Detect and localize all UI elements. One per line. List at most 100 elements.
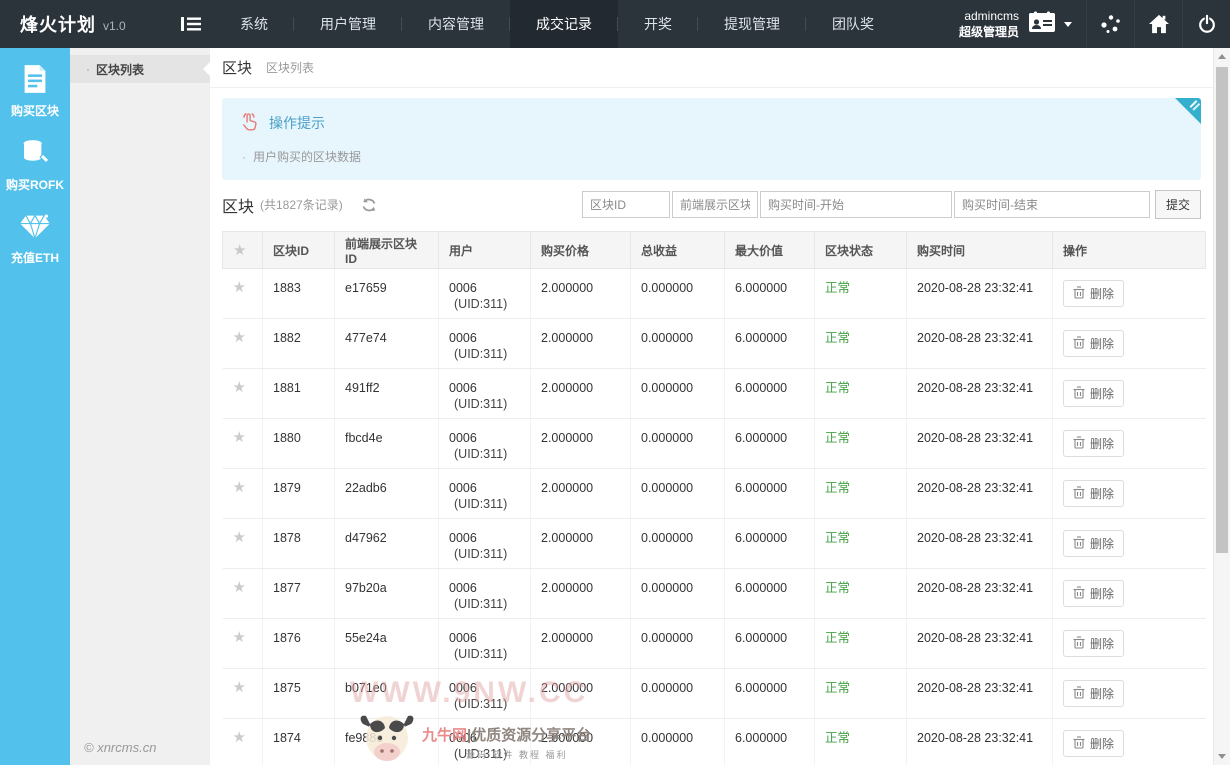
submenu-item-1[interactable]: ·区块列表: [70, 55, 210, 83]
status-cell: 正常: [815, 619, 907, 669]
user-cell: 0006(UID:311): [439, 269, 531, 319]
user-menu[interactable]: [1028, 11, 1086, 37]
scroll-up-arrow-icon[interactable]: [1214, 48, 1230, 65]
price-cell: 2.000000: [531, 669, 631, 719]
status-badge: 正常: [825, 331, 850, 345]
star-icon[interactable]: ★: [233, 579, 246, 596]
column-header-4: 购买价格: [531, 232, 631, 269]
star-icon[interactable]: ★: [233, 679, 246, 696]
max-value-cell: 6.000000: [725, 369, 815, 419]
user-cell: 0006(UID:311): [439, 569, 531, 619]
trash-icon: [1073, 686, 1085, 702]
status-cell: 正常: [815, 519, 907, 569]
income-cell: 0.000000: [631, 269, 725, 319]
user-uid: (UID:311): [449, 396, 520, 412]
star-icon[interactable]: ★: [233, 479, 246, 496]
filter-input-3[interactable]: [760, 191, 952, 218]
hamburger-icon[interactable]: [168, 0, 214, 48]
delete-button[interactable]: 删除: [1063, 330, 1124, 357]
trash-icon: [1073, 536, 1085, 552]
topnav-item-5[interactable]: 开奖: [618, 0, 698, 48]
star-cell: ★: [223, 419, 263, 469]
delete-button[interactable]: 删除: [1063, 730, 1124, 757]
price-cell: 2.000000: [531, 619, 631, 669]
star-icon[interactable]: ★: [233, 429, 246, 446]
status-badge: 正常: [825, 381, 850, 395]
status-cell: 正常: [815, 569, 907, 619]
power-icon[interactable]: [1182, 0, 1230, 48]
display-id-cell: 477e74: [335, 319, 439, 369]
time-cell: 2020-08-28 23:32:41: [907, 269, 1053, 319]
star-icon[interactable]: ★: [233, 329, 246, 346]
user-name: 0006: [449, 530, 520, 546]
topnav-item-4[interactable]: 成交记录: [510, 0, 618, 48]
star-icon[interactable]: ★: [233, 629, 246, 646]
price-cell: 2.000000: [531, 569, 631, 619]
sidebar-item-1[interactable]: 购买区块: [0, 54, 70, 128]
trash-icon: [1073, 286, 1085, 302]
filter-input-2[interactable]: [672, 191, 758, 218]
home-icon[interactable]: [1134, 0, 1182, 48]
refresh-icon[interactable]: [361, 197, 377, 213]
time-cell: 2020-08-28 23:32:41: [907, 619, 1053, 669]
income-cell: 0.000000: [631, 419, 725, 469]
action-cell: 删除: [1053, 319, 1206, 369]
star-icon[interactable]: ★: [233, 729, 246, 746]
sidebar-item-2[interactable]: 购买ROFK: [0, 128, 70, 202]
delete-button[interactable]: 删除: [1063, 480, 1124, 507]
column-header-7: 区块状态: [815, 232, 907, 269]
status-cell: 正常: [815, 419, 907, 469]
star-icon[interactable]: ★: [233, 379, 246, 396]
topnav-item-3[interactable]: 内容管理: [402, 0, 510, 48]
vertical-scrollbar[interactable]: [1213, 48, 1230, 765]
delete-button[interactable]: 删除: [1063, 430, 1124, 457]
filter-input-1[interactable]: [582, 191, 670, 218]
display-id-cell: 55e24a: [335, 619, 439, 669]
filter-input-4[interactable]: [954, 191, 1150, 218]
income-cell: 0.000000: [631, 619, 725, 669]
topnav-item-6[interactable]: 提现管理: [698, 0, 806, 48]
star-icon: ★: [233, 242, 246, 259]
scrollbar-thumb[interactable]: [1216, 67, 1228, 553]
topnav-item-2[interactable]: 用户管理: [294, 0, 402, 48]
income-cell: 0.000000: [631, 569, 725, 619]
share-dots-icon[interactable]: [1086, 0, 1134, 48]
topnav-item-7[interactable]: 团队奖: [806, 0, 900, 48]
topnav-item-1[interactable]: 系统: [214, 0, 294, 48]
star-cell: ★: [223, 519, 263, 569]
time-cell: 2020-08-28 23:32:41: [907, 719, 1053, 765]
display-id-cell: 97b20a: [335, 569, 439, 619]
block-id-cell: 1883: [263, 269, 335, 319]
price-cell: 2.000000: [531, 369, 631, 419]
delete-label: 删除: [1090, 385, 1114, 402]
time-cell: 2020-08-28 23:32:41: [907, 519, 1053, 569]
delete-button[interactable]: 删除: [1063, 380, 1124, 407]
scroll-down-arrow-icon[interactable]: [1214, 748, 1230, 765]
star-icon[interactable]: ★: [233, 529, 246, 546]
user-name: 0006: [449, 730, 520, 746]
user-name: 0006: [449, 280, 520, 296]
sidebar-item-3[interactable]: 充值ETH: [0, 202, 70, 276]
price-cell: 2.000000: [531, 519, 631, 569]
max-value-cell: 6.000000: [725, 669, 815, 719]
delete-button[interactable]: 删除: [1063, 680, 1124, 707]
fold-corner-icon[interactable]: [1175, 98, 1201, 124]
app-title: 烽火计划: [20, 11, 96, 37]
delete-button[interactable]: 删除: [1063, 630, 1124, 657]
user-name: 0006: [449, 330, 520, 346]
price-cell: 2.000000: [531, 319, 631, 369]
block-id-cell: 1877: [263, 569, 335, 619]
status-badge: 正常: [825, 731, 850, 745]
column-header-9: 操作: [1053, 232, 1206, 269]
status-badge: 正常: [825, 481, 850, 495]
delete-button[interactable]: 删除: [1063, 280, 1124, 307]
star-icon[interactable]: ★: [233, 279, 246, 296]
submit-button[interactable]: 提交: [1155, 190, 1201, 219]
delete-button[interactable]: 删除: [1063, 580, 1124, 607]
trash-icon: [1073, 436, 1085, 452]
main-content: 区块 区块列表 操作提示 用户购买的区块数据 区块 (共1827条记录) 提交 …: [210, 48, 1213, 765]
delete-button[interactable]: 删除: [1063, 530, 1124, 557]
income-cell: 0.000000: [631, 669, 725, 719]
display-id-cell: fbcd4e: [335, 419, 439, 469]
status-cell: 正常: [815, 269, 907, 319]
